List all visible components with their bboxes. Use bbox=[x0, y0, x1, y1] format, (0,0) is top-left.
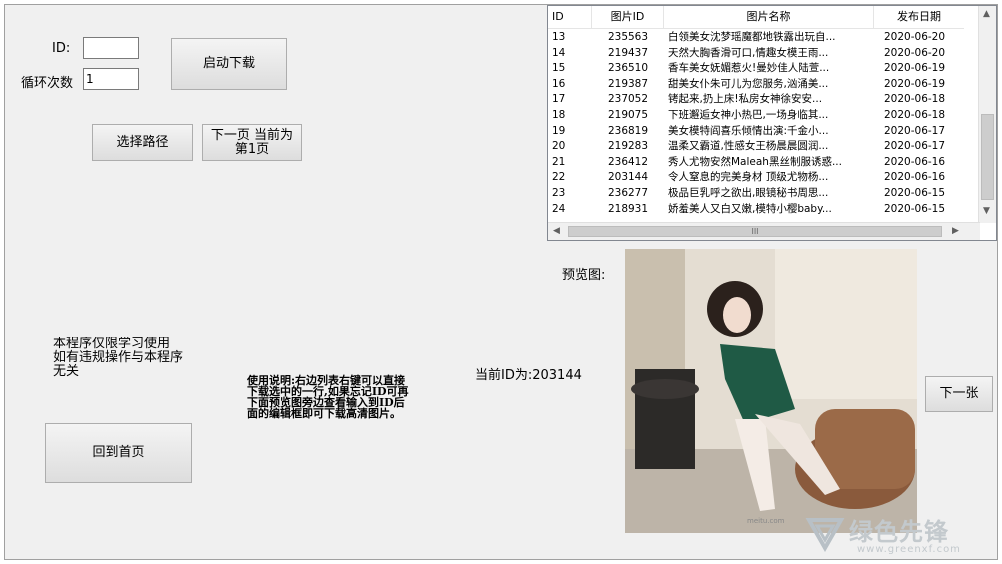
cell-image-name: 温柔又霸道,性感女王杨晨晨圆润... bbox=[668, 140, 829, 153]
current-id-label: 当前ID为:203144 bbox=[475, 368, 582, 383]
cell-date: 2020-06-16 bbox=[884, 155, 946, 168]
horizontal-scroll-thumb[interactable]: III bbox=[568, 226, 942, 237]
cell-id: 23 bbox=[552, 186, 566, 199]
next-page-button[interactable]: 下一页 当前为 第1页 bbox=[202, 124, 302, 161]
cell-image-name: 美女模特阎喜乐倾情出演:千金小... bbox=[668, 124, 829, 137]
id-label: ID: bbox=[52, 41, 71, 56]
cell-date: 2020-06-18 bbox=[884, 93, 946, 106]
scroll-up-icon[interactable]: ▲ bbox=[983, 9, 990, 19]
scroll-left-icon[interactable]: ◀ bbox=[553, 226, 560, 236]
cell-id: 18 bbox=[552, 108, 566, 121]
cell-date: 2020-06-20 bbox=[884, 46, 946, 59]
watermark: 绿色先锋 www.greenxf.com bbox=[805, 510, 995, 558]
cell-image-name: 令人窒息的完美身材 顶级尤物杨... bbox=[668, 171, 829, 184]
table-row[interactable]: 16 219387 甜美女仆朱可儿为您服务,汹涌美... 2020-06-19 bbox=[548, 77, 964, 93]
current-id-value: 203144 bbox=[532, 368, 582, 383]
table-row[interactable]: 13 235563 白领美女沈梦瑶魔都地铁露出玩自... 2020-06-20 bbox=[548, 30, 964, 46]
preview-photo-icon bbox=[625, 249, 917, 533]
horizontal-scrollbar[interactable]: ◀ III ▶ bbox=[548, 222, 980, 240]
preview-small-watermark: meitu.com bbox=[747, 517, 785, 525]
watermark-brand: 绿色先锋 bbox=[849, 518, 949, 546]
cell-date: 2020-06-15 bbox=[884, 186, 946, 199]
table-row[interactable]: 22 203144 令人窒息的完美身材 顶级尤物杨... 2020-06-16 bbox=[548, 170, 964, 186]
loop-count-label: 循环次数 bbox=[21, 76, 74, 91]
cell-image-id: 219437 bbox=[607, 46, 649, 59]
preview-image: meitu.com bbox=[625, 249, 917, 533]
cell-image-id: 236277 bbox=[607, 186, 649, 199]
cell-id: 17 bbox=[552, 93, 566, 106]
main-window: ID: 循环次数 启动下载 选择路径 下一页 当前为 第1页 ID 图片ID 图… bbox=[4, 4, 998, 560]
list-rows: 13 235563 白领美女沈梦瑶魔都地铁露出玩自... 2020-06-20 14 21… bbox=[548, 30, 964, 217]
cell-image-id: 203144 bbox=[607, 171, 649, 184]
table-row[interactable]: 14 219437 天然大胸香滑可口,情趣女模王雨... 2020-06-20 bbox=[548, 46, 964, 62]
cell-date: 2020-06-15 bbox=[884, 202, 946, 215]
loop-count-input[interactable] bbox=[83, 68, 139, 90]
cell-image-id: 236412 bbox=[607, 155, 649, 168]
cell-id: 13 bbox=[552, 31, 566, 43]
cell-image-id: 236510 bbox=[607, 62, 649, 75]
table-row[interactable]: 24 218931 娇羞美人又白又嫩,模特小樱baby... 2020-06-15 bbox=[548, 202, 964, 218]
cell-image-name: 香车美女妩媚惹火!曼妙佳人陆萱... bbox=[668, 62, 830, 75]
cell-image-id: 218931 bbox=[607, 202, 649, 215]
cell-id: 21 bbox=[552, 155, 566, 168]
cell-image-id: 219387 bbox=[607, 77, 649, 90]
col-header-id[interactable]: ID bbox=[548, 6, 592, 28]
scroll-down-icon[interactable]: ▼ bbox=[983, 206, 990, 216]
col-header-date[interactable]: 发布日期 bbox=[874, 6, 964, 28]
watermark-url: www.greenxf.com bbox=[857, 544, 961, 555]
choose-path-button[interactable]: 选择路径 bbox=[92, 124, 193, 161]
cell-image-id: 237052 bbox=[607, 93, 649, 106]
cell-image-id: 236819 bbox=[607, 124, 649, 137]
cell-id: 15 bbox=[552, 62, 566, 75]
preview-label: 预览图: bbox=[562, 268, 606, 283]
table-row[interactable]: 15 236510 香车美女妩媚惹火!曼妙佳人陆萱... 2020-06-19 bbox=[548, 61, 964, 77]
cell-image-id: 219283 bbox=[607, 140, 649, 153]
watermark-logo-icon bbox=[805, 518, 845, 552]
cell-id: 14 bbox=[552, 46, 566, 59]
vertical-scrollbar[interactable]: ▲ ▼ bbox=[978, 6, 996, 223]
table-row[interactable]: 18 219075 下班邂逅女神小热巴,一场身临其... 2020-06-18 bbox=[548, 108, 964, 124]
cell-id: 24 bbox=[552, 202, 566, 215]
cell-image-name: 铐起来,扔上床!私房女神徐安安... bbox=[668, 93, 823, 106]
list-header: ID 图片ID 图片名称 发布日期 bbox=[548, 6, 964, 29]
col-header-image-name[interactable]: 图片名称 bbox=[664, 6, 874, 28]
cell-id: 19 bbox=[552, 124, 566, 137]
start-download-button[interactable]: 启动下载 bbox=[171, 38, 287, 90]
usage-note: 使用说明:右边列表右键可以直接下载选中的一行,如果忘记ID可再下面预览图旁边查看… bbox=[247, 374, 409, 420]
cell-date: 2020-06-17 bbox=[884, 124, 946, 137]
next-image-button[interactable]: 下一张 bbox=[925, 376, 993, 412]
disclaimer-text: 本程序仅限学习使用 如有违规操作与本程序 无关 bbox=[53, 337, 184, 379]
cell-image-name: 甜美女仆朱可儿为您服务,汹涌美... bbox=[668, 77, 829, 90]
cell-date: 2020-06-17 bbox=[884, 140, 946, 153]
table-row[interactable]: 20 219283 温柔又霸道,性感女王杨晨晨圆润... 2020-06-17 bbox=[548, 139, 964, 155]
cell-image-name: 娇羞美人又白又嫩,模特小樱baby... bbox=[668, 202, 832, 215]
table-row[interactable]: 23 236277 极品巨乳呼之欲出,眼镜秘书周思... 2020-06-15 bbox=[548, 186, 964, 202]
vertical-scroll-thumb[interactable] bbox=[981, 114, 994, 200]
cell-date: 2020-06-16 bbox=[884, 171, 946, 184]
cell-image-name: 下班邂逅女神小热巴,一场身临其... bbox=[668, 108, 829, 121]
cell-image-name: 秀人尤物安然Maleah黑丝制服诱惑... bbox=[668, 155, 842, 168]
cell-image-id: 235563 bbox=[607, 31, 649, 43]
cell-image-name: 极品巨乳呼之欲出,眼镜秘书周思... bbox=[668, 186, 829, 199]
cell-id: 22 bbox=[552, 171, 566, 184]
cell-date: 2020-06-20 bbox=[884, 31, 946, 43]
cell-date: 2020-06-19 bbox=[884, 62, 946, 75]
cell-image-name: 白领美女沈梦瑶魔都地铁露出玩自... bbox=[668, 31, 836, 43]
scroll-right-icon[interactable]: ▶ bbox=[952, 226, 959, 236]
id-input[interactable] bbox=[83, 37, 139, 59]
cell-id: 20 bbox=[552, 140, 566, 153]
image-list[interactable]: ID 图片ID 图片名称 发布日期 13 235563 白领美女沈梦瑶魔都地铁露出玩… bbox=[547, 5, 997, 241]
cell-id: 16 bbox=[552, 77, 566, 90]
cell-date: 2020-06-18 bbox=[884, 108, 946, 121]
table-row[interactable]: 21 236412 秀人尤物安然Maleah黑丝制服诱惑... 2020-06-16 bbox=[548, 155, 964, 171]
home-button[interactable]: 回到首页 bbox=[45, 423, 192, 483]
table-row[interactable]: 19 236819 美女模特阎喜乐倾情出演:千金小... 2020-06-17 bbox=[548, 124, 964, 140]
col-header-image-id[interactable]: 图片ID bbox=[592, 6, 664, 28]
cell-date: 2020-06-19 bbox=[884, 77, 946, 90]
cell-image-id: 219075 bbox=[607, 108, 649, 121]
cell-image-name: 天然大胸香滑可口,情趣女模王雨... bbox=[668, 46, 829, 59]
table-row[interactable]: 17 237052 铐起来,扔上床!私房女神徐安安... 2020-06-18 bbox=[548, 92, 964, 108]
